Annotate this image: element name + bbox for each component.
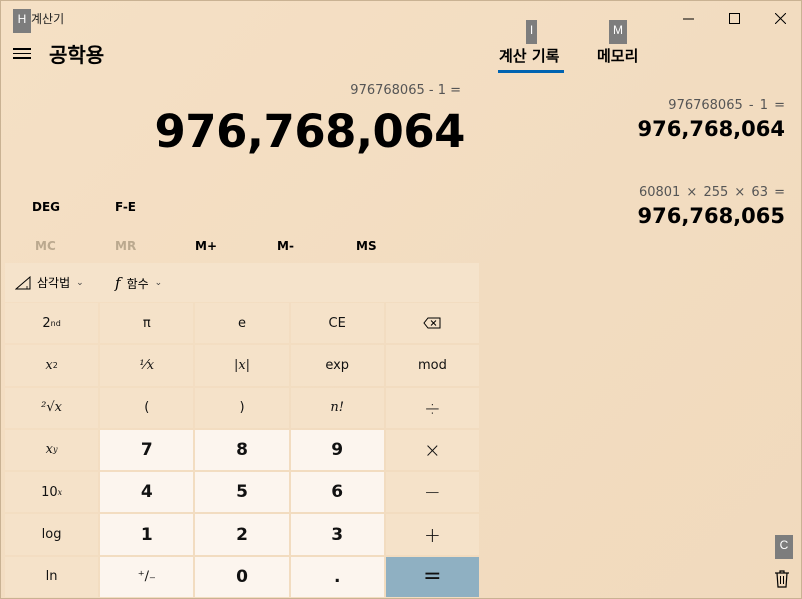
memory-subtract-button[interactable]: M-: [277, 239, 294, 253]
decimal-button[interactable]: .: [290, 556, 384, 597]
navigation-menu-button[interactable]: [13, 45, 31, 61]
digit-2-button[interactable]: 2: [195, 514, 289, 555]
trigonometry-label: 삼각법: [37, 276, 71, 290]
fe-button[interactable]: F-E: [115, 200, 136, 214]
result-display: 976,768,064: [154, 105, 466, 158]
reciprocal-button[interactable]: ¹⁄x: [100, 345, 194, 386]
digit-0-button[interactable]: 0: [195, 556, 289, 597]
keypad: 2nd π e CE x2 ¹⁄x |x| exp mod ²√x ( ) n!…: [5, 303, 479, 597]
equals-button[interactable]: =: [385, 556, 479, 597]
right-paren-button[interactable]: ): [195, 387, 289, 428]
function-icon: f: [115, 274, 121, 292]
tab-memory[interactable]: 메모리: [597, 45, 638, 66]
function-label: 함수: [126, 276, 149, 291]
ln-button[interactable]: ln: [5, 556, 99, 597]
app-title: 계산기: [31, 12, 65, 26]
clear-history-button[interactable]: [773, 569, 791, 589]
second-function-button[interactable]: 2nd: [5, 303, 99, 344]
trash-icon: [775, 570, 789, 588]
history-result: 976,768,064: [637, 117, 785, 141]
tab-history[interactable]: 계산 기록: [499, 45, 559, 66]
minimize-button[interactable]: [665, 1, 711, 35]
power-button[interactable]: xy: [5, 429, 99, 471]
history-item[interactable]: 60801 × 255 × 63 = 976,768,065: [638, 185, 785, 228]
history-expression: 976768065 - 1 =: [668, 98, 785, 113]
function-dropdown[interactable]: f 함수 ⌄: [115, 274, 162, 292]
close-icon: [774, 12, 786, 24]
absolute-button[interactable]: |x|: [195, 345, 289, 386]
history-expression: 60801 × 255 × 63 =: [638, 185, 785, 200]
minus-button[interactable]: −: [385, 472, 479, 513]
memory-clear-button[interactable]: MC: [35, 239, 56, 253]
clear-entry-button[interactable]: CE: [290, 303, 384, 344]
history-item[interactable]: 976768065 - 1 = 976,768,064: [638, 98, 785, 141]
negate-button[interactable]: ⁺∕₋: [100, 556, 194, 597]
pi-button[interactable]: π: [100, 303, 194, 344]
close-button[interactable]: [757, 1, 802, 35]
digit-5-button[interactable]: 5: [195, 472, 289, 513]
memory-add-button[interactable]: M+: [195, 239, 217, 253]
digit-8-button[interactable]: 8: [195, 429, 289, 471]
digit-7-button[interactable]: 7: [100, 429, 194, 471]
function-dropdown-row: 삼각법 ⌄ f 함수 ⌄: [5, 263, 479, 302]
keytip-c: C: [775, 535, 793, 559]
memory-recall-button[interactable]: MR: [115, 239, 136, 253]
active-tab-indicator: [498, 70, 564, 73]
plus-button[interactable]: +: [385, 514, 479, 555]
factorial-button[interactable]: n!: [290, 387, 384, 428]
hamburger-icon: [13, 48, 31, 50]
backspace-button[interactable]: [385, 303, 479, 344]
digit-1-button[interactable]: 1: [100, 514, 194, 555]
maximize-button[interactable]: [711, 1, 757, 35]
minimize-icon: [682, 18, 694, 19]
chevron-down-icon: ⌄: [154, 278, 163, 288]
trigonometry-dropdown[interactable]: 삼각법 ⌄: [15, 274, 84, 291]
digit-9-button[interactable]: 9: [290, 429, 384, 471]
square-button[interactable]: x2: [5, 345, 99, 386]
digit-6-button[interactable]: 6: [290, 472, 384, 513]
digit-3-button[interactable]: 3: [290, 514, 384, 555]
left-paren-button[interactable]: (: [100, 387, 194, 428]
title-bar: 계산기: [1, 1, 801, 35]
multiply-button[interactable]: ×: [385, 429, 479, 471]
ten-power-button[interactable]: 10 x: [5, 472, 99, 513]
angle-mode-button[interactable]: DEG: [32, 200, 60, 214]
calculator-window: 계산기 H 공학용 계산 기록 메모리 I M 976768065 - 1 = …: [0, 0, 802, 599]
keytip-i: I: [526, 20, 537, 44]
square-root-button[interactable]: ²√x: [5, 387, 99, 428]
keytip-m: M: [609, 20, 627, 44]
log-button[interactable]: log: [5, 514, 99, 555]
history-result: 976,768,065: [637, 204, 785, 228]
backspace-icon: [423, 317, 441, 329]
exp-button[interactable]: exp: [290, 345, 384, 386]
triangle-icon: [15, 275, 31, 289]
chevron-down-icon: ⌄: [76, 277, 84, 288]
mode-title: 공학용: [49, 43, 105, 67]
maximize-icon: [728, 12, 740, 24]
euler-button[interactable]: e: [195, 303, 289, 344]
keytip-h: H: [13, 9, 31, 33]
divide-button[interactable]: ÷: [385, 387, 479, 428]
memory-store-button[interactable]: MS: [356, 239, 377, 253]
digit-4-button[interactable]: 4: [100, 472, 194, 513]
expression-display: 976768065 - 1 =: [350, 83, 461, 98]
mod-button[interactable]: mod: [385, 345, 479, 386]
